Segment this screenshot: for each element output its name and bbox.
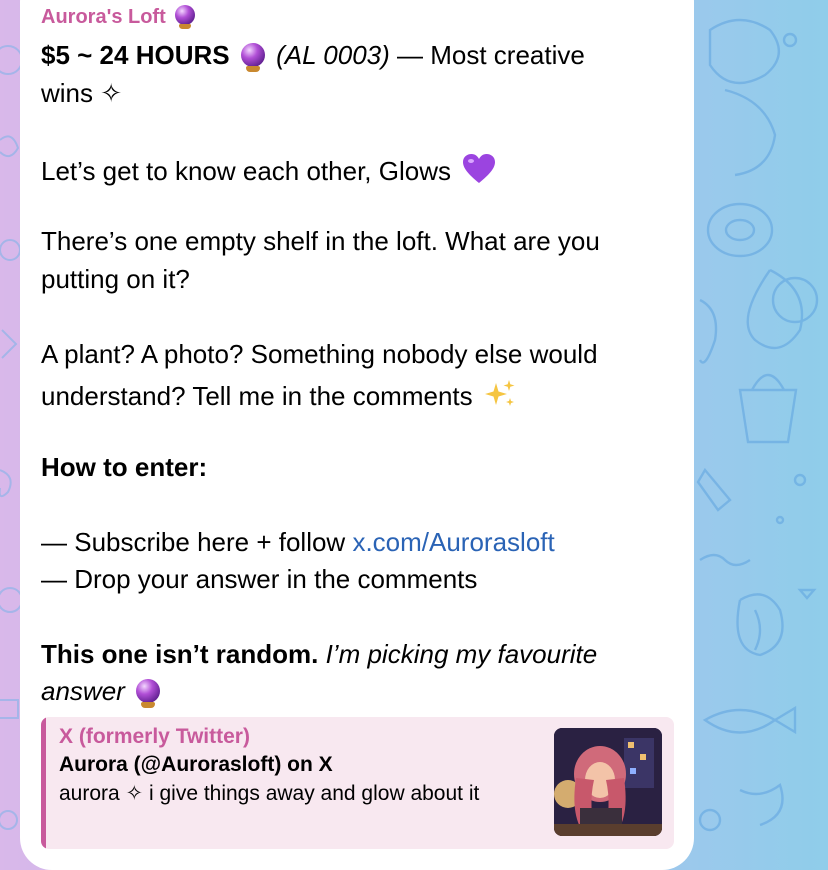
shelf-line-2: putting on it?	[41, 264, 190, 294]
link-preview-card[interactable]: X (formerly Twitter) Aurora (@Auroraslof…	[41, 717, 674, 849]
profile-avatar-illustration	[554, 728, 662, 836]
link-preview-description: aurora ✧ i give things away and glow abo…	[59, 782, 480, 805]
x-profile-link[interactable]: x.com/Aurorasloft	[352, 527, 554, 557]
shelf-line-1: There’s one empty shelf in the loft. Wha…	[41, 226, 600, 256]
link-preview-accent-bar	[41, 717, 46, 849]
message-bubble: Aurora's Loft $5 ~ 24 HOURS (AL 0003) — …	[20, 0, 694, 870]
link-preview-thumbnail[interactable]	[554, 728, 662, 836]
crystal-ball-icon	[240, 43, 265, 72]
closing-bold: This one isn’t random.	[41, 639, 319, 669]
channel-name-label[interactable]: Aurora's Loft	[41, 6, 166, 28]
title-code: (AL 0003)	[276, 40, 390, 70]
question-text: understand? Tell me in the comments	[41, 381, 473, 411]
question-line-2: understand? Tell me in the comments	[41, 379, 516, 409]
step-1-text: — Subscribe here + follow	[41, 527, 353, 557]
closing-line-2: answer	[41, 676, 164, 708]
step-1: — Subscribe here + follow x.com/Aurorasl…	[41, 529, 555, 555]
title-line-2: wins ✧	[41, 78, 123, 108]
closing-line-1: This one isn’t random. I’m picking my fa…	[41, 641, 597, 667]
link-preview-site: X (formerly Twitter)	[59, 725, 250, 748]
intro-line: Let’s get to know each other, Glows	[41, 154, 496, 184]
link-preview-title: Aurora (@Aurorasloft) on X	[59, 753, 333, 776]
closing-italic: I’m picking my favourite	[318, 639, 598, 669]
crystal-ball-icon	[175, 5, 196, 29]
how-to-enter-heading: How to enter:	[41, 452, 208, 482]
title-bold: $5 ~ 24 HOURS	[41, 40, 230, 70]
intro-text: Let’s get to know each other, Glows	[41, 156, 451, 186]
crystal-ball-icon	[136, 679, 161, 708]
step-2: — Drop your answer in the comments	[41, 564, 478, 594]
sparkles-icon	[484, 380, 515, 406]
purple-heart-icon	[463, 154, 496, 183]
title-line: $5 ~ 24 HOURS (AL 0003) — Most creative	[41, 40, 585, 72]
title-rest: — Most creative	[397, 40, 585, 70]
closing-line-2-text: answer	[41, 676, 125, 706]
question-line-1: A plant? A photo? Something nobody else …	[41, 339, 598, 369]
channel-name[interactable]: Aurora's Loft	[41, 5, 199, 29]
